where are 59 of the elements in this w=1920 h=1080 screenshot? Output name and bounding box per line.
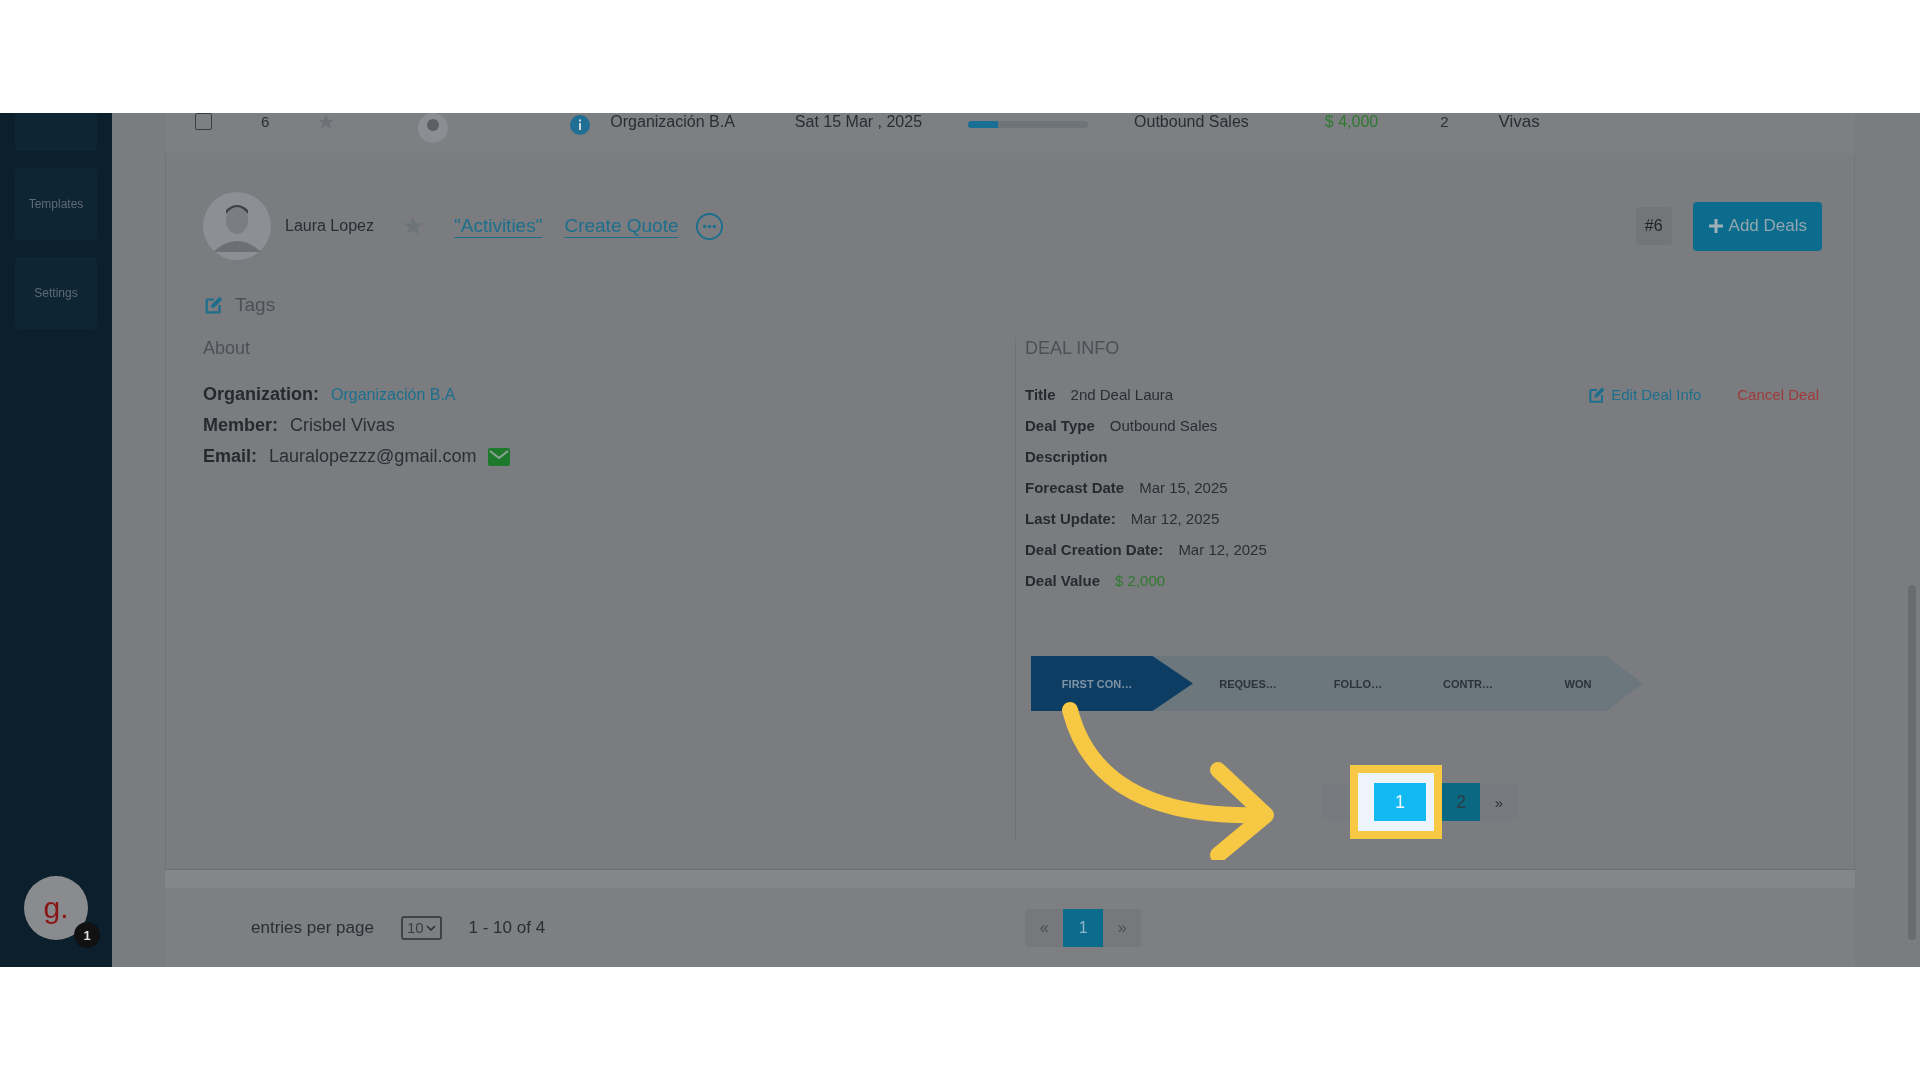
field-value: Mar 12, 2025	[1130, 510, 1220, 527]
field-label: Member:	[203, 415, 278, 436]
field-label: Deal Type	[1025, 417, 1095, 434]
sidebar-item[interactable]: Settings	[15, 257, 97, 329]
edit-icon[interactable]	[203, 294, 225, 316]
page-button[interactable]: 1	[1063, 908, 1104, 947]
field-label: Deal Creation Date:	[1025, 541, 1164, 558]
field-value: Outbound Sales	[1109, 417, 1218, 434]
avatar-icon	[203, 192, 271, 260]
mail-icon[interactable]	[488, 447, 511, 466]
field-value: 2nd Deal Laura	[1070, 386, 1174, 403]
table-cell: $ 4,000	[1324, 113, 1379, 131]
table-cell: Outbound Sales	[1134, 113, 1249, 131]
field-label: Deal Value	[1025, 572, 1101, 589]
more-icon[interactable]	[694, 211, 724, 241]
field-value: Crisbel Vivas	[290, 415, 395, 436]
field-label: Description	[1025, 448, 1108, 465]
notification-badge: 1	[74, 922, 100, 948]
pipeline-stage[interactable]: FIRST CON…	[1031, 656, 1193, 711]
sidebar-item[interactable]	[15, 113, 97, 151]
info-icon[interactable]	[570, 115, 591, 135]
row-checkbox[interactable]	[195, 113, 212, 130]
organization-link[interactable]: Organización B.A	[331, 385, 456, 404]
field-value: $ 2,000	[1115, 572, 1166, 589]
pipeline-stage[interactable]: WON	[1523, 656, 1643, 711]
add-deals-button[interactable]: Add Deals	[1692, 201, 1822, 251]
page-size-select[interactable]: 10	[400, 915, 442, 940]
next-page-button[interactable]: »	[1103, 908, 1142, 947]
table-cell: 2	[1440, 113, 1449, 131]
sidebar-item[interactable]: Templates	[15, 168, 97, 240]
field-label: Organization:	[203, 384, 319, 405]
pipeline-stage[interactable]: FOLLO…	[1303, 656, 1413, 711]
deal-number: #6	[1635, 207, 1672, 245]
header-link[interactable]: Create Quote	[564, 215, 679, 237]
edit-deal-link[interactable]: Edit Deal Info	[1587, 384, 1702, 405]
table-cell: Organización B.A	[610, 113, 735, 131]
star-icon[interactable]	[317, 113, 336, 131]
field-label: Forecast Date	[1025, 479, 1125, 496]
chevron-icon	[425, 924, 436, 931]
plus-icon	[1707, 218, 1724, 234]
field-label: Last Update:	[1025, 510, 1116, 527]
range-text: 1 - 10 of 4	[468, 917, 546, 938]
next-page-button[interactable]: »	[1480, 783, 1518, 821]
page-button[interactable]: 1	[1374, 783, 1426, 821]
contact-name: Laura Lopez	[285, 217, 374, 235]
field-label: Email:	[203, 446, 258, 467]
page-button[interactable]: 2	[1442, 783, 1480, 821]
field-value: Mar 12, 2025	[1178, 541, 1267, 558]
cancel-deal-link[interactable]: Cancel Deal	[1737, 386, 1819, 403]
table-cell: Vivas	[1498, 113, 1540, 131]
field-value: Mar 15, 2025	[1139, 479, 1228, 496]
entries-label: entries per page	[251, 917, 374, 938]
pipeline-stage[interactable]: REQUES…	[1193, 656, 1303, 711]
field-value: Lauralopezzz@gmail.com	[269, 446, 477, 467]
pipeline-stage[interactable]: CONTR…	[1413, 656, 1523, 711]
field-label: Title	[1025, 386, 1056, 403]
previous-page-button[interactable]: «	[1025, 908, 1064, 947]
table-cell: 6	[261, 113, 270, 131]
table-cell: Sat 15 Mar , 2025	[794, 113, 923, 131]
